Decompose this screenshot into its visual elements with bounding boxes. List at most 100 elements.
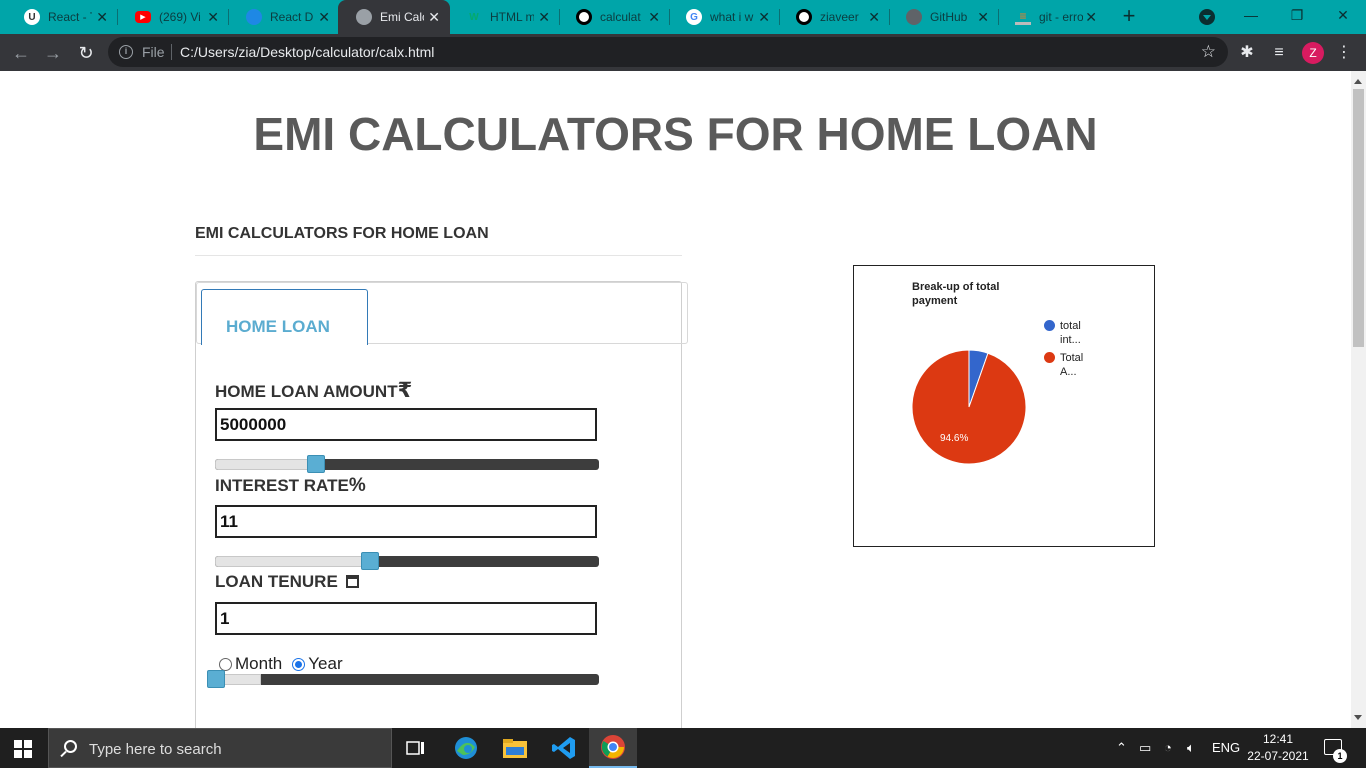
- close-window-button[interactable]: ✕: [1320, 0, 1366, 30]
- year-radio[interactable]: [292, 657, 306, 671]
- payment-breakup-chart: Break-up of total payment 94.6% total in…: [853, 265, 1155, 547]
- language-indicator[interactable]: ENG: [1212, 740, 1240, 755]
- slider-handle[interactable]: [207, 670, 225, 688]
- url-text[interactable]: C:/Users/zia/Desktop/calculator/calx.htm…: [180, 44, 434, 60]
- edge-icon[interactable]: [442, 728, 490, 768]
- tab-home-loan[interactable]: HOME LOAN: [201, 289, 368, 345]
- interest-rate-slider[interactable]: [215, 552, 599, 570]
- forward-icon[interactable]: →: [42, 42, 64, 64]
- tabs-header: HOME LOAN: [196, 282, 688, 345]
- loan-tenure-slider[interactable]: [207, 670, 599, 688]
- calculator-panel: HOME LOAN HOME LOAN AMOUNT₹ INTEREST RAT…: [195, 281, 688, 728]
- close-tab-icon[interactable]: ✕: [538, 9, 550, 26]
- tenure-label-text: LOAN TENURE: [215, 572, 338, 591]
- restore-button[interactable]: ❐: [1274, 0, 1320, 30]
- browser-tab-strip: UReact - T✕▶(269) Vi✕React Di✕Emi Calc✕W…: [0, 0, 1366, 34]
- close-tab-icon[interactable]: ✕: [207, 9, 219, 26]
- browser-toolbar: ← → ↻ i File C:/Users/zia/Desktop/calcul…: [0, 34, 1366, 71]
- tab-title: React Di: [270, 10, 314, 24]
- pie-slice-1[interactable]: [911, 349, 1027, 465]
- chrome-icon[interactable]: [589, 728, 637, 768]
- page-title: EMI CALCULATORS FOR HOME LOAN: [253, 108, 1098, 160]
- media-queue-icon[interactable]: ≡: [1269, 43, 1289, 63]
- calendar-icon: [345, 575, 359, 588]
- scroll-thumb[interactable]: [1353, 89, 1364, 347]
- react-dnd-icon: [246, 9, 262, 25]
- interest-rate-input[interactable]: [215, 505, 597, 538]
- tab-search-icon[interactable]: [1199, 9, 1215, 25]
- browser-tab[interactable]: calculat ✕: [558, 0, 670, 34]
- vscode-icon[interactable]: [540, 728, 588, 768]
- page-scrollbar[interactable]: [1351, 71, 1366, 728]
- browser-tab[interactable]: Emi Calc ✕: [338, 0, 450, 34]
- close-tab-icon[interactable]: ✕: [868, 9, 880, 26]
- clock-time: 12:41: [1262, 732, 1294, 746]
- globe-icon: [906, 9, 922, 25]
- taskbar-clock[interactable]: 12:41 22-07-2021: [1247, 731, 1309, 765]
- browser-tab[interactable]: Gwhat i w ✕: [668, 0, 780, 34]
- close-tab-icon[interactable]: ✕: [318, 9, 330, 26]
- rupee-icon: ₹: [397, 379, 413, 402]
- react-badge-icon: U: [24, 9, 40, 25]
- volume-icon[interactable]: 🔈︎: [1187, 740, 1195, 756]
- pie-chart: 94.6%: [911, 349, 1027, 465]
- slider-fill: [215, 556, 370, 567]
- slider-fill: [215, 459, 316, 470]
- amount-label-text: HOME LOAN AMOUNT: [215, 382, 398, 401]
- google-icon: G: [686, 9, 702, 25]
- legend-item-interest[interactable]: total int...: [1044, 319, 1090, 347]
- close-tab-icon[interactable]: ✕: [96, 9, 108, 26]
- close-tab-icon[interactable]: ✕: [648, 9, 660, 26]
- globe-icon: [356, 9, 372, 25]
- minimize-button[interactable]: —: [1228, 0, 1274, 30]
- browser-tab[interactable]: ≡ git - erro ✕: [997, 0, 1107, 34]
- slider-handle[interactable]: [307, 455, 325, 473]
- back-icon[interactable]: ←: [10, 42, 32, 64]
- interest-label-text: INTEREST RATE: [215, 476, 349, 495]
- bookmark-star-icon[interactable]: ☆: [1201, 42, 1216, 62]
- tenure-unit-radio-group: Month Year: [219, 654, 343, 674]
- home-loan-amount-input[interactable]: [215, 408, 597, 441]
- search-placeholder: Type here to search: [89, 741, 222, 758]
- stackoverflow-icon: ≡: [1015, 9, 1031, 25]
- page-content: EMI CALCULATORS FOR HOME LOAN EMI CALCUL…: [0, 71, 1351, 728]
- menu-icon[interactable]: ⋮: [1334, 43, 1354, 63]
- browser-tab[interactable]: GitHub ✕: [888, 0, 999, 34]
- browser-tab[interactable]: React Di ✕: [228, 0, 340, 34]
- scroll-up-icon[interactable]: [1354, 75, 1362, 84]
- close-tab-icon[interactable]: ✕: [977, 9, 989, 26]
- percent-icon: %: [348, 475, 366, 496]
- file-explorer-icon[interactable]: [491, 728, 539, 768]
- slider-handle[interactable]: [361, 552, 379, 570]
- info-icon[interactable]: i: [119, 45, 133, 59]
- divider: [195, 255, 682, 256]
- address-bar[interactable]: i File C:/Users/zia/Desktop/calculator/c…: [108, 37, 1228, 67]
- wifi-icon[interactable]: ◔: [1164, 740, 1172, 755]
- tab-title: Emi Calc: [380, 10, 424, 24]
- extensions-icon[interactable]: ✱: [1237, 43, 1257, 63]
- loan-tenure-input[interactable]: [215, 602, 597, 635]
- reload-icon[interactable]: ↻: [75, 42, 97, 64]
- close-tab-icon[interactable]: ✕: [1085, 9, 1097, 26]
- close-tab-icon[interactable]: ✕: [428, 9, 440, 26]
- tray-chevron-icon[interactable]: ⌃: [1116, 740, 1127, 756]
- legend-item-total[interactable]: Total A...: [1044, 351, 1090, 379]
- battery-icon[interactable]: ▭: [1139, 740, 1151, 756]
- pie-slice-label: 94.6%: [940, 433, 968, 444]
- browser-tab[interactable]: ziaveer ✕: [778, 0, 890, 34]
- browser-tab[interactable]: ▶ (269) Vi ✕: [117, 0, 229, 34]
- browser-tab[interactable]: U React - T ✕: [6, 0, 118, 34]
- new-tab-button[interactable]: +: [1117, 5, 1141, 29]
- windows-start-icon[interactable]: [14, 740, 32, 758]
- close-tab-icon[interactable]: ✕: [758, 9, 770, 26]
- tab-title: git - erro: [1039, 10, 1083, 24]
- browser-tab[interactable]: W HTML m ✕: [448, 0, 560, 34]
- scheme-label: File: [142, 44, 165, 60]
- home-loan-amount-slider[interactable]: [215, 455, 599, 473]
- taskbar-search-box[interactable]: Type here to search: [48, 728, 392, 768]
- month-radio[interactable]: [219, 657, 232, 671]
- profile-avatar[interactable]: Z: [1302, 42, 1324, 64]
- legend-dot: [1044, 320, 1055, 331]
- scroll-down-icon[interactable]: [1354, 715, 1362, 724]
- task-view-icon[interactable]: [392, 728, 440, 768]
